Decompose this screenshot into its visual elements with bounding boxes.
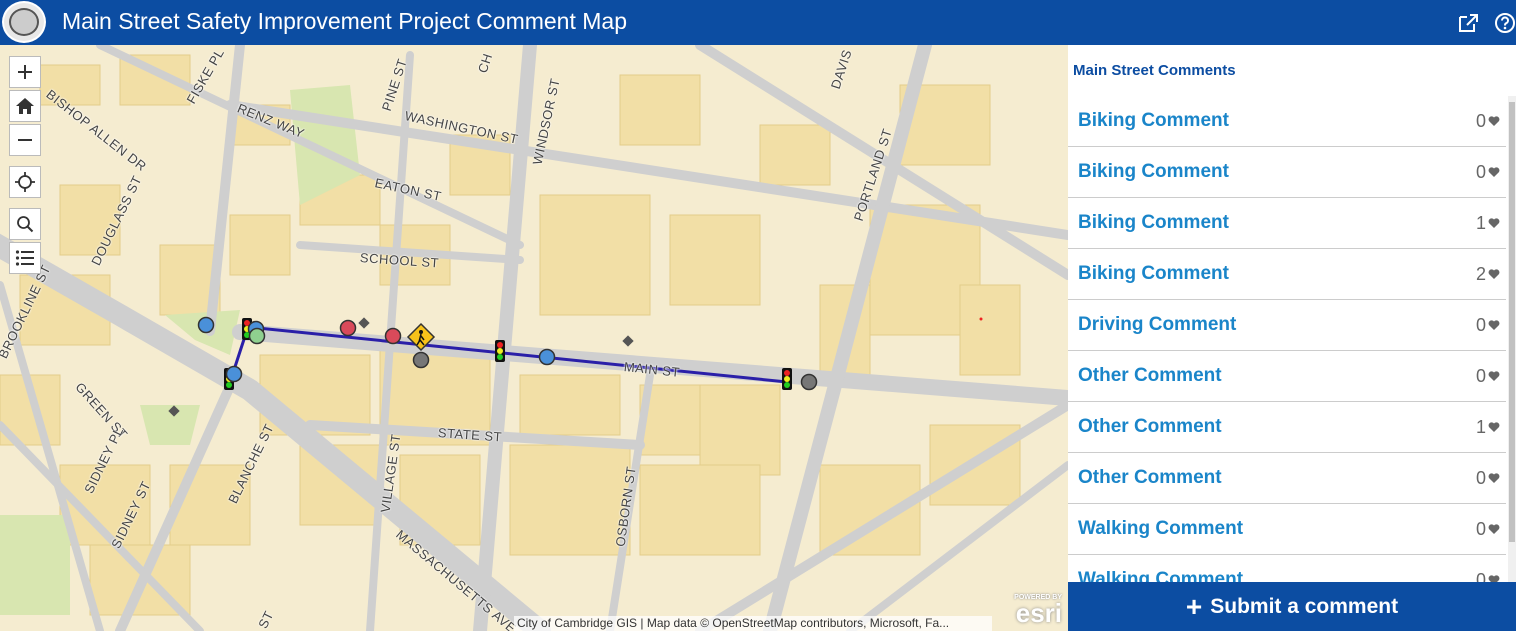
heart-icon — [1488, 320, 1500, 330]
comment-title: Other Comment — [1078, 365, 1222, 386]
like-count: 0 — [1475, 315, 1486, 335]
plus-icon: + — [1185, 590, 1203, 622]
comment-title: Driving Comment — [1078, 314, 1237, 335]
comment-list-item[interactable]: Biking Comment 1 — [1068, 198, 1506, 249]
comment-list-item[interactable]: Biking Comment 0 — [1068, 147, 1506, 198]
zoom-in-button[interactable] — [9, 56, 41, 88]
search-button[interactable] — [9, 208, 41, 240]
comment-title: Biking Comment — [1078, 212, 1229, 233]
heart-icon — [1488, 167, 1500, 177]
comment-list-item[interactable]: Walking Comment 0 — [1068, 555, 1506, 582]
esri-wordmark: esri — [1015, 598, 1062, 628]
help-icon[interactable] — [1494, 12, 1516, 34]
home-button[interactable] — [9, 90, 41, 122]
comment-list-item[interactable]: Other Comment 1 — [1068, 402, 1506, 453]
like-count: 0 — [1475, 162, 1486, 182]
heart-icon — [1488, 116, 1500, 126]
comment-list-item[interactable]: Walking Comment 0 — [1068, 504, 1506, 555]
like-count: 0 — [1475, 468, 1486, 488]
map-attribution: City of Cambridge GIS | Map data © OpenS… — [514, 616, 992, 631]
comment-list-item[interactable]: Biking Comment 0 — [1068, 96, 1506, 147]
page-title: Main Street Safety Improvement Project C… — [62, 8, 627, 34]
zoom-out-button[interactable] — [9, 124, 41, 156]
locate-button[interactable] — [9, 166, 41, 198]
comment-title: Other Comment — [1078, 467, 1222, 488]
heart-icon — [1488, 473, 1500, 483]
like-count: 0 — [1475, 366, 1486, 386]
comment-title: Biking Comment — [1078, 263, 1229, 284]
like-count: 0 — [1475, 111, 1486, 131]
comment-list-item[interactable]: Other Comment 0 — [1068, 453, 1506, 504]
comment-list-item[interactable]: Biking Comment 2 — [1068, 249, 1506, 300]
like-count: 0 — [1475, 570, 1486, 582]
app-header: Main Street Safety Improvement Project C… — [0, 0, 1516, 45]
scrollbar-thumb[interactable] — [1509, 102, 1515, 542]
list-scrollbar[interactable] — [1508, 96, 1516, 582]
sidebar-title: Main Street Comments — [1073, 62, 1236, 79]
submit-comment-label: Submit a comment — [1210, 594, 1399, 618]
comment-title: Walking Comment — [1078, 569, 1244, 582]
heart-icon — [1488, 218, 1500, 228]
heart-icon — [1488, 371, 1500, 381]
esri-logo: POWERED BY esri — [1000, 594, 1062, 628]
minus-icon — [18, 139, 32, 141]
comment-title: Walking Comment — [1078, 518, 1244, 539]
comment-title: Other Comment — [1078, 416, 1222, 437]
home-icon — [16, 98, 34, 114]
like-count: 0 — [1475, 519, 1486, 539]
heart-icon — [1488, 524, 1500, 534]
plus-icon — [18, 65, 32, 79]
heart-icon — [1488, 575, 1500, 582]
city-seal-logo — [2, 1, 46, 43]
like-count: 2 — [1475, 264, 1486, 284]
comments-sidebar: Main Street Comments Biking Comment 0 Biki… — [1068, 45, 1516, 631]
list-icon — [15, 250, 34, 266]
comment-list[interactable]: Biking Comment 0 Biking Comment 0 Biking Com… — [1068, 96, 1506, 582]
share-icon[interactable] — [1457, 12, 1479, 34]
locate-icon — [15, 172, 35, 192]
comment-list-item[interactable]: Other Comment 0 — [1068, 351, 1506, 402]
comment-title: Biking Comment — [1078, 110, 1229, 131]
search-icon — [17, 216, 34, 233]
submit-comment-button[interactable]: + Submit a comment — [1068, 582, 1516, 631]
map-view[interactable]: BISHOP ALLEN DR FISKE PL RENZ WAY PINE S… — [0, 45, 1068, 631]
comment-list-item[interactable]: Driving Comment 0 — [1068, 300, 1506, 351]
like-count: 1 — [1475, 213, 1486, 233]
like-count: 1 — [1475, 417, 1486, 437]
heart-icon — [1488, 422, 1500, 432]
map-basemap — [0, 45, 1068, 631]
comment-title: Biking Comment — [1078, 161, 1229, 182]
heart-icon — [1488, 269, 1500, 279]
legend-button[interactable] — [9, 242, 41, 274]
